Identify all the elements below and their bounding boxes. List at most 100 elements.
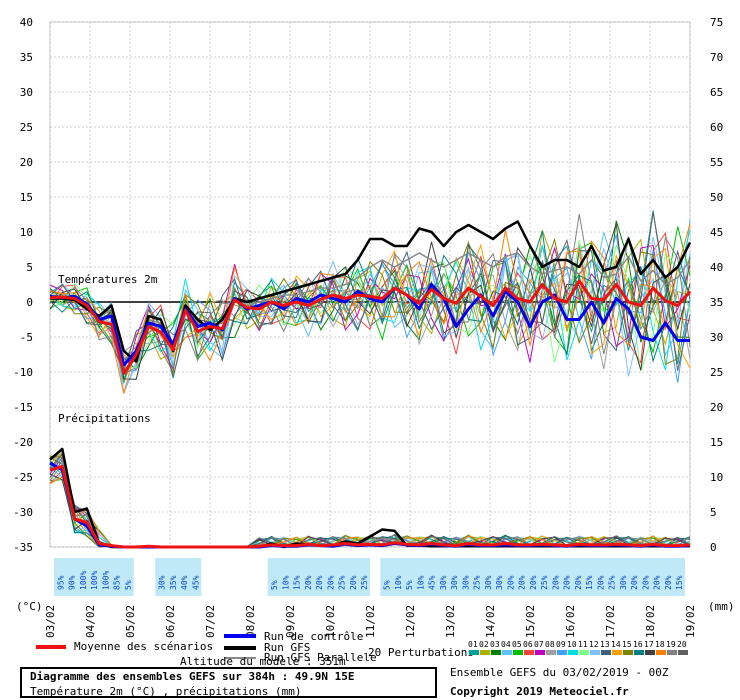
perturbation-swatch xyxy=(502,650,512,655)
date-tick-label: 04/02 xyxy=(84,605,97,638)
snow-prob-label: 20% xyxy=(574,575,583,590)
perturbation-swatch xyxy=(513,650,523,655)
date-tick-label: 18/02 xyxy=(644,605,657,638)
left-tick-label: 15 xyxy=(20,191,33,204)
copyright: Copyright 2019 Meteociel.fr xyxy=(450,685,629,698)
snow-prob-label: 100% xyxy=(101,571,110,590)
temp-section-label: Températures 2m xyxy=(58,273,158,286)
perturbation-swatch xyxy=(469,650,479,655)
perturbation-swatch xyxy=(656,650,666,655)
perturbation-swatch xyxy=(535,650,545,655)
perturbation-swatch-number: 17 xyxy=(644,640,654,649)
right-tick-label: 40 xyxy=(710,261,723,274)
perturbation-precip-line xyxy=(49,455,691,548)
snow-prob-label: 100% xyxy=(90,571,99,590)
perturbation-swatch xyxy=(480,650,490,655)
right-tick-label: 75 xyxy=(710,16,723,29)
snow-prob-label: 20% xyxy=(641,575,650,590)
date-tick-label: 06/02 xyxy=(164,605,177,638)
perturbation-swatch-number: 10 xyxy=(567,640,577,649)
right-tick-label: 35 xyxy=(710,296,723,309)
right-tick-label: 5 xyxy=(710,506,717,519)
perturbation-swatch-number: 06 xyxy=(523,640,533,649)
legend-mean-swatch xyxy=(36,645,66,649)
snow-prob-label: 85% xyxy=(113,575,122,590)
snow-prob-label: 10% xyxy=(394,575,403,590)
snow-prob-label: 15% xyxy=(585,575,594,590)
left-tick-label: -25 xyxy=(13,471,33,484)
snow-prob-label: 25% xyxy=(360,575,369,590)
snow-prob-label: 30% xyxy=(439,575,448,590)
perturbation-swatch-number: 07 xyxy=(534,640,544,649)
date-tick-label: 14/02 xyxy=(484,605,497,638)
snow-prob-label: 15% xyxy=(293,575,302,590)
left-tick-label: -15 xyxy=(13,401,33,414)
right-tick-label: 55 xyxy=(710,156,723,169)
perturbation-swatch xyxy=(645,650,655,655)
snow-prob-label: 95% xyxy=(56,575,65,590)
right-tick-label: 60 xyxy=(710,121,723,134)
legend-mean-label: Moyenne des scénarios xyxy=(74,640,214,653)
date-tick-label: 12/02 xyxy=(404,605,417,638)
date-tick-label: 05/02 xyxy=(124,605,137,638)
snow-prob-label: 5% xyxy=(405,580,414,590)
snow-prob-label: 30% xyxy=(495,575,504,590)
perturbation-swatch-number: 11 xyxy=(578,640,588,649)
perturbation-swatch-number: 01 xyxy=(468,640,478,649)
right-tick-label: 45 xyxy=(710,226,723,239)
perturbation-swatch-number: 14 xyxy=(611,640,621,649)
snow-prob-label: 25% xyxy=(608,575,617,590)
perturbation-swatch-number: 19 xyxy=(666,640,676,649)
snow-prob-label: 20% xyxy=(563,575,572,590)
snow-prob-label: 90% xyxy=(68,575,77,590)
perturbation-swatch-number: 03 xyxy=(490,640,500,649)
date-tick-label: 13/02 xyxy=(444,605,457,638)
right-tick-label: 50 xyxy=(710,191,723,204)
left-tick-label: -30 xyxy=(13,506,33,519)
left-tick-label: 35 xyxy=(20,51,33,64)
left-tick-label: 30 xyxy=(20,86,33,99)
date-tick-label: 19/02 xyxy=(684,605,697,638)
chart-subtitle: Température 2m (°C) , précipitations (mm… xyxy=(30,685,302,698)
perturbation-swatch-number: 04 xyxy=(501,640,511,649)
perturbation-swatch xyxy=(491,650,501,655)
snow-prob-label: 20% xyxy=(630,575,639,590)
perturbation-swatch xyxy=(612,650,622,655)
perturbation-swatch xyxy=(623,650,633,655)
snow-prob-label: 20% xyxy=(349,575,358,590)
left-tick-label: -20 xyxy=(13,436,33,449)
perturbation-swatch-number: 20 xyxy=(677,640,687,649)
snow-prob-label: 20% xyxy=(315,575,324,590)
snow-prob-label: 20% xyxy=(653,575,662,590)
snow-prob-label: 20% xyxy=(304,575,313,590)
date-tick-label: 16/02 xyxy=(564,605,577,638)
perturbation-swatch-number: 16 xyxy=(633,640,643,649)
snow-prob-label: 30% xyxy=(619,575,628,590)
perturbation-swatch-number: 13 xyxy=(600,640,610,649)
perturbation-swatch-number: 02 xyxy=(479,640,489,649)
perturbation-precip-line xyxy=(49,453,691,548)
snow-prob-label: 20% xyxy=(551,575,560,590)
date-tick-label: 07/02 xyxy=(204,605,217,638)
perturbation-swatch xyxy=(590,650,600,655)
snow-prob-label: 10% xyxy=(281,575,290,590)
precip-section-label: Précipitations xyxy=(58,412,151,425)
left-tick-label: -10 xyxy=(13,366,33,379)
right-tick-label: 65 xyxy=(710,86,723,99)
snow-prob-label: 35% xyxy=(169,575,178,590)
left-tick-label: 25 xyxy=(20,121,33,134)
perturbation-swatch xyxy=(568,650,578,655)
right-tick-label: 20 xyxy=(710,401,723,414)
left-tick-label: -35 xyxy=(13,541,33,554)
snow-prob-label: 30% xyxy=(158,575,167,590)
right-tick-label: 25 xyxy=(710,366,723,379)
perturbation-swatch-number: 12 xyxy=(589,640,599,649)
perturbation-precip-line xyxy=(49,455,691,548)
left-tick-label: 40 xyxy=(20,16,33,29)
snow-prob-label: 30% xyxy=(450,575,459,590)
left-axis-unit: (°C) xyxy=(16,600,43,613)
ensemble-chart: 95% 90% 100% 100% 100% 85% 5% 30% 35% 40% 45% 5% 10%… xyxy=(13,16,723,638)
snow-prob-label: 30% xyxy=(461,575,470,590)
date-tick-label: 15/02 xyxy=(524,605,537,638)
snow-prob-label: 20% xyxy=(506,575,515,590)
